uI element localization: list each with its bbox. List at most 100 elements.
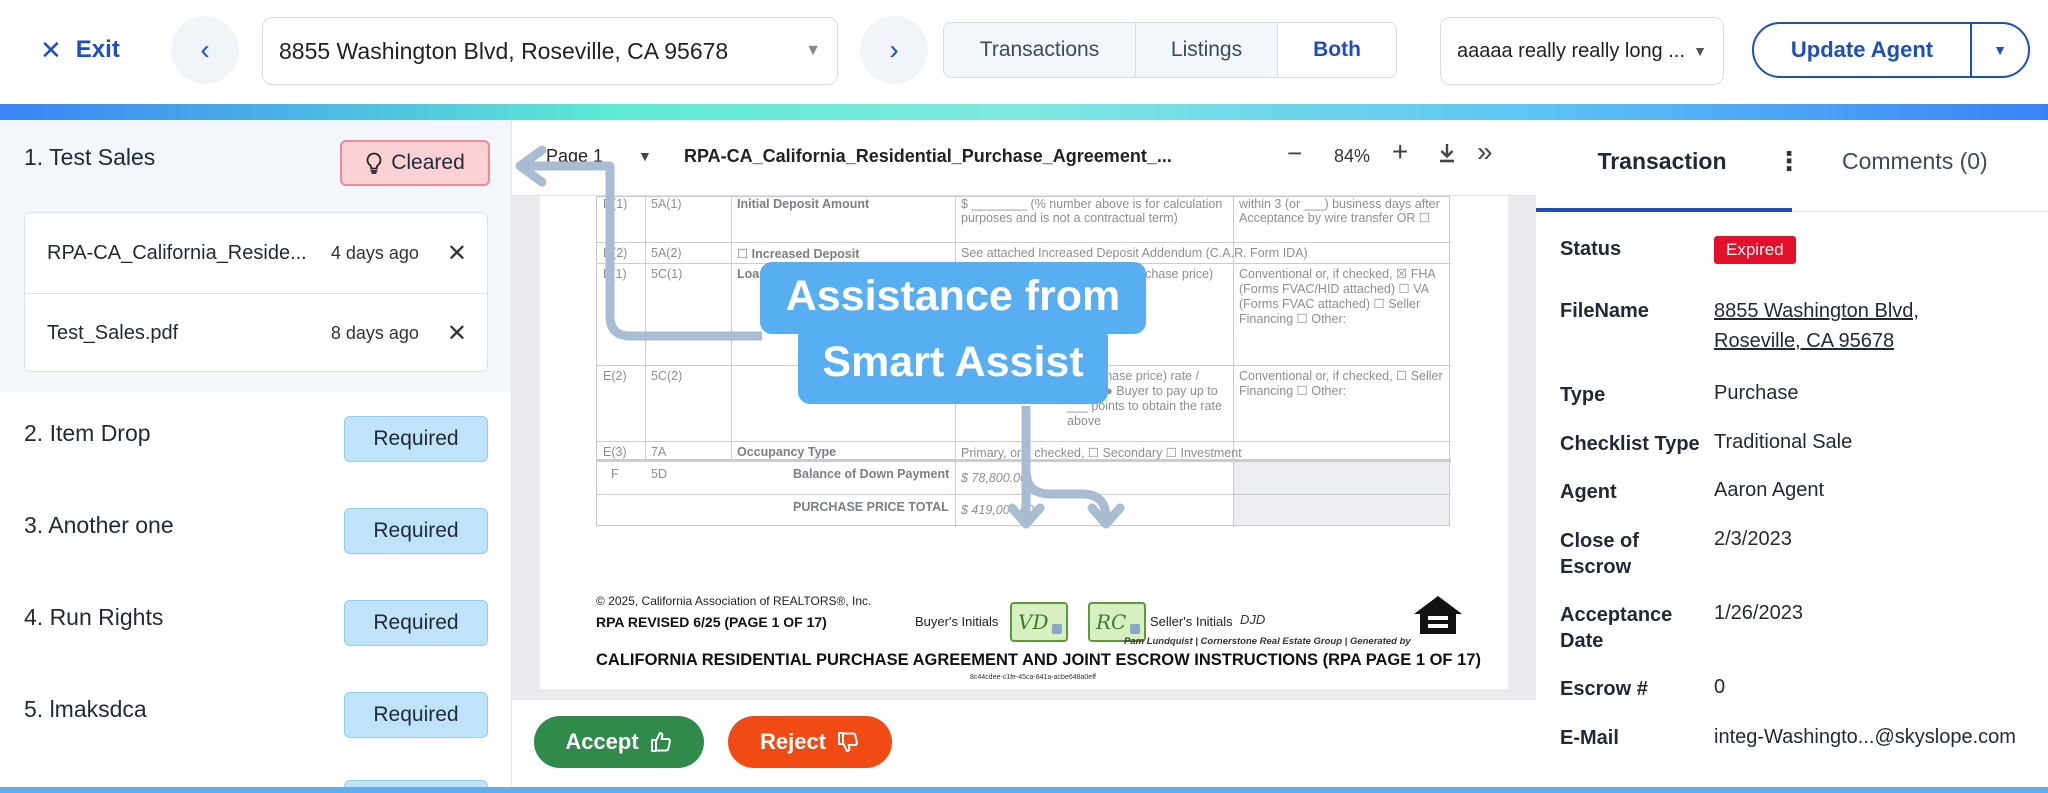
doc-cell: $ 419,000.00 xyxy=(961,503,1034,517)
field-value-filename[interactable]: 8855 Washington Blvd, Roseville, CA 9567… xyxy=(1714,296,1974,356)
field-label-filename: FileName xyxy=(1560,300,1649,322)
status-badge-required[interactable] xyxy=(344,780,488,787)
attached-files: RPA-CA_California_Reside... 4 days ago ✕… xyxy=(24,212,489,373)
top-bar: ✕ Exit ‹ 8855 Washington Blvd, Roseville… xyxy=(0,0,2048,104)
doc-cell: Primary, or if checked, ☐ Secondary ☐ In… xyxy=(961,446,1242,460)
table-line xyxy=(597,441,1451,442)
field-label-acceptance-date: Acceptance Date xyxy=(1560,604,1673,652)
doc-cell: Occupancy Type xyxy=(737,445,837,459)
table-line xyxy=(597,242,1451,243)
status-badge-label: Cleared xyxy=(391,151,465,174)
document-name: RPA-CA_California_Residential_Purchase_A… xyxy=(684,146,1172,166)
tab-transactions[interactable]: Transactions xyxy=(944,23,1136,77)
minus-icon[interactable]: − xyxy=(1287,138,1302,169)
status-badge-cleared[interactable]: Cleared xyxy=(340,140,490,186)
chevron-down-icon[interactable]: ▼ xyxy=(638,148,652,164)
callout-line-1: Assistance from xyxy=(785,272,1121,320)
file-row[interactable]: Test_Sales.pdf 8 days ago ✕ xyxy=(25,293,489,373)
close-icon[interactable]: ✕ xyxy=(447,319,467,348)
review-actions: Accept Reject xyxy=(512,699,1536,787)
buyer-initials-label: Buyer's Initials xyxy=(915,614,999,629)
plus-icon[interactable]: + xyxy=(1392,136,1408,168)
viewer-toolbar: Page 1 ▼ RPA-CA_California_Residential_P… xyxy=(512,120,1536,196)
status-badge-required[interactable]: Required xyxy=(344,600,488,646)
field-label-status: Status xyxy=(1560,238,1622,260)
tab-both[interactable]: Both xyxy=(1278,23,1396,77)
tab-transaction[interactable]: Transaction xyxy=(1536,148,1788,175)
doc-cell: PURCHASE PRICE TOTAL xyxy=(793,500,949,514)
field-label-email: E-Mail xyxy=(1560,727,1619,749)
doc-cell: 5C(1) xyxy=(651,267,683,281)
double-chevron-right-icon[interactable]: » xyxy=(1477,136,1493,168)
doc-cell: 5C(2) xyxy=(651,369,683,383)
field-label-checklist-type: Checklist Type xyxy=(1560,433,1700,455)
download-icon[interactable] xyxy=(1437,142,1457,170)
smart-assist-callout: Assistance from Smart Assist xyxy=(760,262,1146,404)
bottom-bar xyxy=(0,787,2048,793)
field-label-escrow-number: Escrow # xyxy=(1560,678,1648,700)
update-agent-label: Update Agent xyxy=(1790,37,1934,62)
field-value-acceptance-date: 1/26/2023 xyxy=(1714,602,1803,624)
close-icon[interactable]: ✕ xyxy=(447,239,467,268)
zoom-level: 84% xyxy=(1334,146,1371,166)
doc-cell: $ 78,800.00 xyxy=(961,471,1028,485)
tab-comments[interactable]: Comments (0) xyxy=(1842,148,1988,175)
previous-button[interactable]: ‹ xyxy=(171,16,239,84)
file-row[interactable]: RPA-CA_California_Reside... 4 days ago ✕ xyxy=(25,213,489,293)
status-badge-required[interactable]: Required xyxy=(344,508,488,554)
document-viewer: Page 1 ▼ RPA-CA_California_Residential_P… xyxy=(512,120,1536,787)
doc-copyright: © 2025, California Association of REALTO… xyxy=(596,594,872,608)
tab-listings[interactable]: Listings xyxy=(1136,23,1278,77)
checklist-item-title[interactable]: 2. Item Drop xyxy=(24,420,151,447)
field-label-agent: Agent xyxy=(1560,481,1617,503)
initials-field[interactable]: VD xyxy=(1010,602,1068,642)
page-select[interactable]: Page 1 xyxy=(546,146,603,167)
equal-housing-icon xyxy=(1414,596,1462,634)
doc-cell: Balance of Down Payment xyxy=(793,467,950,481)
checklist-item-title[interactable]: 3. Another one xyxy=(24,512,174,539)
field-value-email: integ-Washingto...@skyslope.com xyxy=(1714,726,2016,748)
accept-button[interactable]: Accept xyxy=(534,716,704,768)
status-badge: Expired xyxy=(1714,236,1796,264)
doc-cell: Conventional or, if checked, ☐ Seller Fi… xyxy=(1239,369,1443,398)
doc-cell: E(1) xyxy=(603,267,627,281)
shaded-cell xyxy=(1233,461,1449,525)
chevron-left-icon: ‹ xyxy=(200,34,210,65)
field-icon xyxy=(1130,624,1140,634)
checklist-item-title[interactable]: 5. lmaksdca xyxy=(24,696,147,723)
close-icon: ✕ xyxy=(40,34,62,65)
doc-cell: E(2) xyxy=(603,369,627,383)
active-tab-indicator xyxy=(1536,208,1792,212)
field-value-agent: Aaron Agent xyxy=(1714,479,1825,501)
status-badge-required[interactable]: Required xyxy=(344,416,488,462)
doc-cell: F xyxy=(611,467,619,481)
doc-revised: RPA REVISED 6/25 (PAGE 1 OF 17) xyxy=(596,614,827,630)
status-badge-required[interactable]: Required xyxy=(344,692,488,738)
reject-button[interactable]: Reject xyxy=(728,716,892,768)
lightbulb-icon xyxy=(366,152,382,174)
kebab-icon[interactable]: ⋮ xyxy=(1776,146,1802,177)
exit-button[interactable]: ✕ Exit xyxy=(40,30,120,70)
callout-line-2: Smart Assist xyxy=(822,338,1084,386)
table-line xyxy=(731,197,732,461)
address-select[interactable]: 8855 Washington Blvd, Roseville, CA 9567… xyxy=(262,17,838,85)
doc-cell: 5A(1) xyxy=(651,197,682,211)
file-name: Test_Sales.pdf xyxy=(47,322,179,344)
chevron-right-icon: › xyxy=(889,34,899,65)
chevron-down-icon: ▼ xyxy=(1693,43,1707,59)
chevron-down-icon[interactable]: ▼ xyxy=(1972,42,2028,58)
next-button[interactable]: › xyxy=(860,16,928,84)
checklist-item-title[interactable]: 1. Test Sales xyxy=(24,144,155,171)
file-date: 4 days ago xyxy=(330,242,419,263)
details-tabs: Transaction ⋮ Comments (0) xyxy=(1536,120,2048,212)
field-value-escrow-number: 0 xyxy=(1714,676,1726,698)
checklist-item-title[interactable]: 4. Run Rights xyxy=(24,604,163,631)
exit-label: Exit xyxy=(75,36,120,63)
field-value-checklist-type: Traditional Sale xyxy=(1714,431,1853,453)
update-agent-button[interactable]: Update Agent ▼ xyxy=(1752,22,2030,78)
doc-cell: Conventional or, if checked, ☒ FHA (Form… xyxy=(1239,267,1436,326)
field-value-type: Purchase xyxy=(1714,382,1799,404)
table-line xyxy=(597,494,1451,495)
field-icon xyxy=(1052,624,1062,634)
agent-select[interactable]: aaaaa really really long ... ▼ xyxy=(1440,17,1724,85)
